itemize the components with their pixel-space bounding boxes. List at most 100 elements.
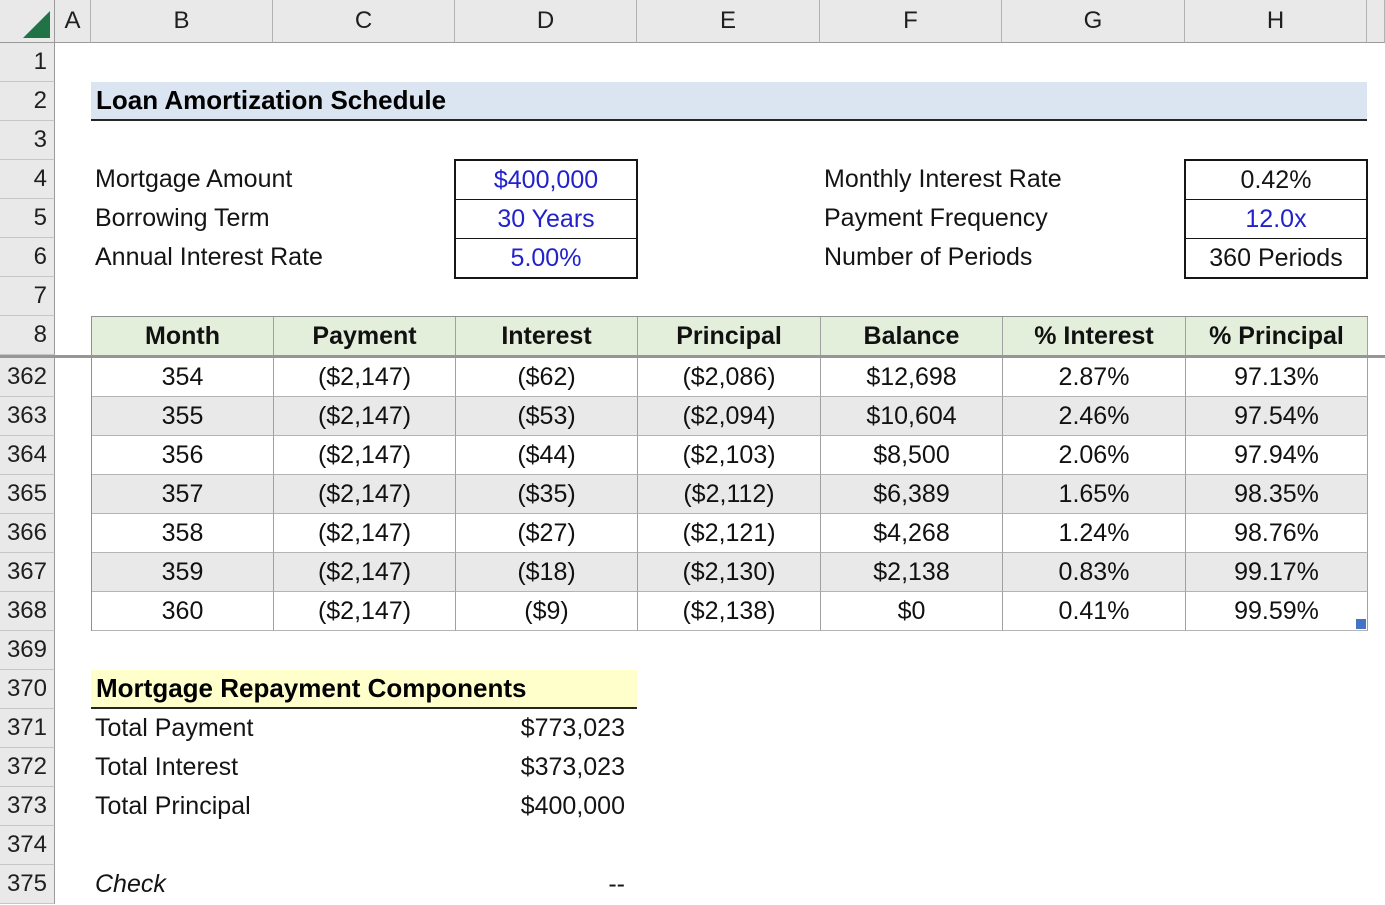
cell-balance[interactable]: $4,268	[821, 514, 1003, 553]
column-header-g[interactable]: G	[1002, 0, 1185, 43]
cell-pct-interest[interactable]: 1.65%	[1003, 475, 1186, 514]
cell-pct-principal[interactable]: 99.59%	[1186, 592, 1368, 631]
column-header-b[interactable]: B	[91, 0, 273, 43]
cell-principal[interactable]: ($2,121)	[638, 514, 821, 553]
header-pct-interest[interactable]: % Interest	[1003, 317, 1186, 355]
number-of-periods-value[interactable]: 360 Periods	[1186, 239, 1366, 277]
cell-principal[interactable]: ($2,086)	[638, 358, 821, 397]
cell-month[interactable]: 354	[92, 358, 274, 397]
monthly-interest-rate-label[interactable]: Monthly Interest Rate	[824, 160, 1062, 199]
cell-principal[interactable]: ($2,112)	[638, 475, 821, 514]
row-header-7[interactable]: 7	[0, 277, 55, 316]
mortgage-amount-label[interactable]: Mortgage Amount	[95, 160, 292, 199]
cell-month[interactable]: 357	[92, 475, 274, 514]
cell-payment[interactable]: ($2,147)	[274, 475, 456, 514]
row-header-369[interactable]: 369	[0, 631, 55, 670]
cell-pct-interest[interactable]: 0.41%	[1003, 592, 1186, 631]
cell-payment[interactable]: ($2,147)	[274, 436, 456, 475]
column-header-c[interactable]: C	[273, 0, 455, 43]
cell-balance[interactable]: $10,604	[821, 397, 1003, 436]
cell-payment[interactable]: ($2,147)	[274, 397, 456, 436]
cell-pct-interest[interactable]: 2.87%	[1003, 358, 1186, 397]
column-header-h[interactable]: H	[1185, 0, 1367, 43]
column-header-partial[interactable]	[1367, 0, 1385, 43]
row-header-365[interactable]: 365	[0, 475, 55, 514]
payment-frequency-input[interactable]: 12.0x	[1186, 200, 1366, 239]
row-header-5[interactable]: 5	[0, 199, 55, 238]
row-header-8[interactable]: 8	[0, 316, 55, 355]
cell-interest[interactable]: ($9)	[456, 592, 638, 631]
cell-balance[interactable]: $0	[821, 592, 1003, 631]
borrowing-term-label[interactable]: Borrowing Term	[95, 199, 270, 238]
summary-title-cell[interactable]: Mortgage Repayment Components	[91, 670, 637, 709]
worksheet-title-cell[interactable]: Loan Amortization Schedule	[91, 82, 1367, 121]
total-principal-value[interactable]: $400,000	[455, 787, 625, 826]
cell-interest[interactable]: ($44)	[456, 436, 638, 475]
mortgage-amount-input[interactable]: $400,000	[456, 161, 636, 200]
cell-pct-principal[interactable]: 97.54%	[1186, 397, 1368, 436]
cell-pct-interest[interactable]: 2.06%	[1003, 436, 1186, 475]
row-header-1[interactable]: 1	[0, 43, 55, 82]
row-header-366[interactable]: 366	[0, 514, 55, 553]
row-header-4[interactable]: 4	[0, 160, 55, 199]
row-header-362[interactable]: 362	[0, 358, 55, 397]
cell-interest[interactable]: ($62)	[456, 358, 638, 397]
cell-month[interactable]: 358	[92, 514, 274, 553]
header-balance[interactable]: Balance	[821, 317, 1003, 355]
column-header-d[interactable]: D	[455, 0, 637, 43]
total-principal-label[interactable]: Total Principal	[95, 787, 251, 826]
cell-balance[interactable]: $12,698	[821, 358, 1003, 397]
row-header-373[interactable]: 373	[0, 787, 55, 826]
total-payment-value[interactable]: $773,023	[455, 709, 625, 748]
cell-payment[interactable]: ($2,147)	[274, 358, 456, 397]
total-payment-label[interactable]: Total Payment	[95, 709, 253, 748]
total-interest-value[interactable]: $373,023	[455, 748, 625, 787]
header-payment[interactable]: Payment	[274, 317, 456, 355]
fill-handle[interactable]	[1356, 619, 1366, 629]
cell-principal[interactable]: ($2,094)	[638, 397, 821, 436]
row-header-375[interactable]: 375	[0, 865, 55, 904]
row-header-6[interactable]: 6	[0, 238, 55, 277]
row-header-368[interactable]: 368	[0, 592, 55, 631]
payment-frequency-label[interactable]: Payment Frequency	[824, 199, 1048, 238]
cell-interest[interactable]: ($27)	[456, 514, 638, 553]
header-interest[interactable]: Interest	[456, 317, 638, 355]
cell-month[interactable]: 359	[92, 553, 274, 592]
cell-pct-principal[interactable]: 97.13%	[1186, 358, 1368, 397]
cell-balance[interactable]: $2,138	[821, 553, 1003, 592]
cell-pct-interest[interactable]: 0.83%	[1003, 553, 1186, 592]
row-header-367[interactable]: 367	[0, 553, 55, 592]
row-header-370[interactable]: 370	[0, 670, 55, 709]
header-pct-principal[interactable]: % Principal	[1186, 317, 1368, 355]
cell-interest[interactable]: ($35)	[456, 475, 638, 514]
row-header-371[interactable]: 371	[0, 709, 55, 748]
cell-pct-principal[interactable]: 98.35%	[1186, 475, 1368, 514]
header-principal[interactable]: Principal	[638, 317, 821, 355]
cell-balance[interactable]: $8,500	[821, 436, 1003, 475]
cell-month[interactable]: 356	[92, 436, 274, 475]
row-header-3[interactable]: 3	[0, 121, 55, 160]
row-header-374[interactable]: 374	[0, 826, 55, 865]
row-header-364[interactable]: 364	[0, 436, 55, 475]
monthly-interest-rate-value[interactable]: 0.42%	[1186, 161, 1366, 200]
cell-pct-interest[interactable]: 1.24%	[1003, 514, 1186, 553]
column-header-a[interactable]: A	[55, 0, 91, 43]
cell-payment[interactable]: ($2,147)	[274, 514, 456, 553]
cell-pct-interest[interactable]: 2.46%	[1003, 397, 1186, 436]
annual-interest-rate-input[interactable]: 5.00%	[456, 239, 636, 277]
cell-principal[interactable]: ($2,103)	[638, 436, 821, 475]
row-header-372[interactable]: 372	[0, 748, 55, 787]
cell-payment[interactable]: ($2,147)	[274, 592, 456, 631]
cell-month[interactable]: 355	[92, 397, 274, 436]
cell-principal[interactable]: ($2,138)	[638, 592, 821, 631]
cell-payment[interactable]: ($2,147)	[274, 553, 456, 592]
cell-pct-principal[interactable]: 99.17%	[1186, 553, 1368, 592]
row-header-363[interactable]: 363	[0, 397, 55, 436]
select-all-button[interactable]	[0, 0, 55, 43]
number-of-periods-label[interactable]: Number of Periods	[824, 238, 1032, 277]
cell-pct-principal[interactable]: 98.76%	[1186, 514, 1368, 553]
total-interest-label[interactable]: Total Interest	[95, 748, 238, 787]
borrowing-term-input[interactable]: 30 Years	[456, 200, 636, 239]
header-month[interactable]: Month	[92, 317, 274, 355]
cell-balance[interactable]: $6,389	[821, 475, 1003, 514]
